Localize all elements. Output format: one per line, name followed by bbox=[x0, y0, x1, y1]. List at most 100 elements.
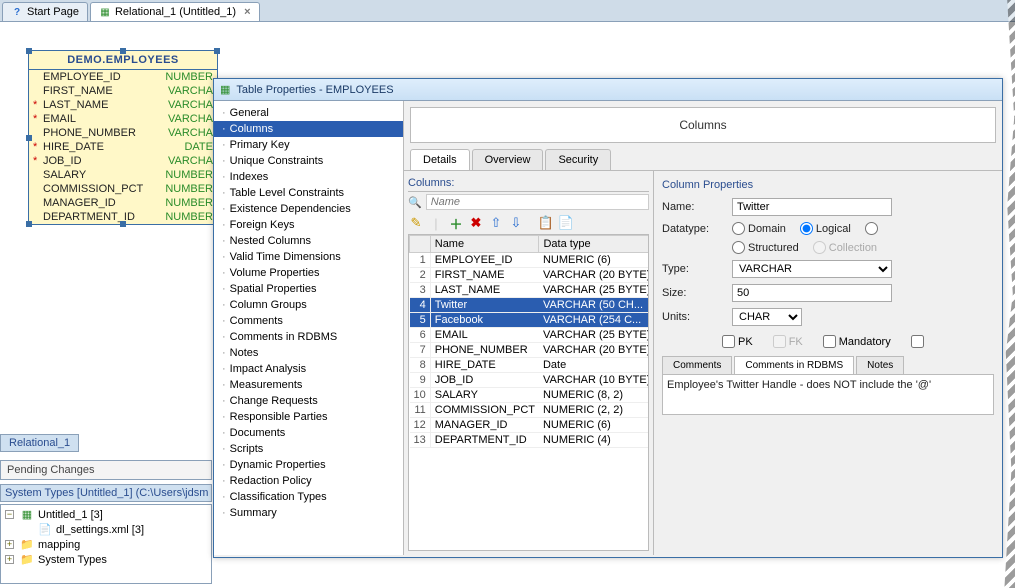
name-label: Name: bbox=[662, 201, 722, 213]
units-label: Units: bbox=[662, 311, 722, 323]
nav-item-foreign-keys[interactable]: Foreign Keys bbox=[214, 217, 403, 233]
tree-item[interactable]: −▦Untitled_1 [3] bbox=[3, 507, 209, 522]
tab-start-page[interactable]: ? Start Page bbox=[2, 2, 88, 21]
grid-row[interactable]: 7PHONE_NUMBERVARCHAR (20 BYTE) bbox=[410, 343, 650, 358]
grid-row[interactable]: 1EMPLOYEE_IDNUMERIC (6) bbox=[410, 253, 650, 268]
entity-column[interactable]: PHONE_NUMBERVARCHA bbox=[29, 126, 217, 140]
nav-item-summary[interactable]: Summary bbox=[214, 505, 403, 521]
size-label: Size: bbox=[662, 287, 722, 299]
tree-item[interactable]: +📁System Types bbox=[3, 552, 209, 567]
grid-header-type[interactable]: Data type bbox=[539, 236, 649, 253]
ctab-rdbms[interactable]: Comments in RDBMS bbox=[734, 356, 854, 374]
subview-tab[interactable]: Relational_1 bbox=[0, 434, 79, 452]
tab-details[interactable]: Details bbox=[410, 149, 470, 170]
type-select[interactable]: VARCHAR bbox=[732, 260, 892, 278]
edit-icon[interactable]: ✎ bbox=[408, 215, 424, 231]
nav-item-dynamic-properties[interactable]: Dynamic Properties bbox=[214, 457, 403, 473]
radio-domain[interactable]: Domain bbox=[732, 222, 786, 235]
grid-header-name[interactable]: Name bbox=[430, 236, 539, 253]
entity-column[interactable]: *EMAILVARCHA bbox=[29, 112, 217, 126]
nav-item-comments-in-rdbms[interactable]: Comments in RDBMS bbox=[214, 329, 403, 345]
detail-tabs: Details Overview Security bbox=[404, 149, 1002, 171]
editor-tabs: ? Start Page ▦ Relational_1 (Untitled_1)… bbox=[0, 0, 1015, 22]
binoculars-icon[interactable]: 🔍 bbox=[408, 196, 422, 209]
entity-column[interactable]: *JOB_IDVARCHA bbox=[29, 154, 217, 168]
pk-checkbox[interactable]: PK bbox=[722, 335, 753, 348]
grid-row[interactable]: 8HIRE_DATEDate bbox=[410, 358, 650, 373]
nav-item-documents[interactable]: Documents bbox=[214, 425, 403, 441]
pending-changes-header[interactable]: Pending Changes bbox=[0, 460, 212, 480]
section-banner: Columns bbox=[410, 107, 996, 143]
size-input[interactable] bbox=[732, 284, 892, 302]
add-icon[interactable]: ＋ bbox=[448, 215, 464, 231]
grid-row[interactable]: 6EMAILVARCHAR (25 BYTE) bbox=[410, 328, 650, 343]
comment-text[interactable]: Employee's Twitter Handle - does NOT inc… bbox=[662, 375, 994, 415]
entity-column[interactable]: EMPLOYEE_IDNUMBER bbox=[29, 70, 217, 84]
nav-item-responsible-parties[interactable]: Responsible Parties bbox=[214, 409, 403, 425]
nav-item-impact-analysis[interactable]: Impact Analysis bbox=[214, 361, 403, 377]
move-down-icon[interactable]: ⇩ bbox=[508, 215, 524, 231]
tree-item[interactable]: 📄dl_settings.xml [3] bbox=[3, 522, 209, 537]
file-tree: −▦Untitled_1 [3]📄dl_settings.xml [3]+📁ma… bbox=[0, 504, 212, 584]
tab-relational[interactable]: ▦ Relational_1 (Untitled_1) × bbox=[90, 2, 260, 21]
grid-row[interactable]: 10SALARYNUMERIC (8, 2) bbox=[410, 388, 650, 403]
nav-item-change-requests[interactable]: Change Requests bbox=[214, 393, 403, 409]
name-input[interactable] bbox=[732, 198, 892, 216]
nav-item-indexes[interactable]: Indexes bbox=[214, 169, 403, 185]
entity-column[interactable]: MANAGER_IDNUMBER bbox=[29, 196, 217, 210]
system-types-path[interactable]: System Types [Untitled_1] (C:\Users\jdsm bbox=[0, 484, 212, 502]
nav-item-nested-columns[interactable]: Nested Columns bbox=[214, 233, 403, 249]
grid-row[interactable]: 12MANAGER_IDNUMERIC (6) bbox=[410, 418, 650, 433]
nav-item-table-level-constraints[interactable]: Table Level Constraints bbox=[214, 185, 403, 201]
copy-icon[interactable]: 📋 bbox=[538, 215, 554, 231]
paste-icon[interactable]: 📄 bbox=[558, 215, 574, 231]
dialog-title-bar[interactable]: ▦ Table Properties - EMPLOYEES bbox=[214, 79, 1002, 101]
nav-item-column-groups[interactable]: Column Groups bbox=[214, 297, 403, 313]
tree-item[interactable]: +📁mapping bbox=[3, 537, 209, 552]
columns-grid[interactable]: Name Data type 1EMPLOYEE_IDNUMERIC (6)2F… bbox=[408, 234, 649, 551]
nav-item-columns[interactable]: Columns bbox=[214, 121, 403, 137]
nav-item-notes[interactable]: Notes bbox=[214, 345, 403, 361]
nav-item-primary-key[interactable]: Primary Key bbox=[214, 137, 403, 153]
column-search-input[interactable] bbox=[426, 194, 649, 210]
entity-column[interactable]: COMMISSION_PCTNUMBER bbox=[29, 182, 217, 196]
nav-item-general[interactable]: General bbox=[214, 105, 403, 121]
ctab-notes[interactable]: Notes bbox=[856, 356, 904, 374]
tab-label: Start Page bbox=[27, 6, 79, 18]
nav-item-classification-types[interactable]: Classification Types bbox=[214, 489, 403, 505]
entity-column[interactable]: *HIRE_DATEDATE bbox=[29, 140, 217, 154]
nav-item-unique-constraints[interactable]: Unique Constraints bbox=[214, 153, 403, 169]
entity-column[interactable]: FIRST_NAMEVARCHA bbox=[29, 84, 217, 98]
entity-column[interactable]: *LAST_NAMEVARCHA bbox=[29, 98, 217, 112]
nav-item-measurements[interactable]: Measurements bbox=[214, 377, 403, 393]
ctab-comments[interactable]: Comments bbox=[662, 356, 732, 374]
mandatory-checkbox[interactable]: Mandatory bbox=[823, 335, 891, 348]
grid-row[interactable]: 11COMMISSION_PCTNUMERIC (2, 2) bbox=[410, 403, 650, 418]
nav-item-volume-properties[interactable]: Volume Properties bbox=[214, 265, 403, 281]
close-icon[interactable]: × bbox=[244, 6, 250, 18]
grid-row[interactable]: 9JOB_IDVARCHAR (10 BYTE) bbox=[410, 373, 650, 388]
nav-item-comments[interactable]: Comments bbox=[214, 313, 403, 329]
entity-column[interactable]: SALARYNUMBER bbox=[29, 168, 217, 182]
entity-demo-employees[interactable]: DEMO.EMPLOYEES EMPLOYEE_IDNUMBERFIRST_NA… bbox=[28, 50, 218, 225]
extra-checkbox[interactable] bbox=[911, 335, 924, 348]
move-up-icon[interactable]: ⇧ bbox=[488, 215, 504, 231]
radio-more[interactable] bbox=[865, 222, 878, 235]
grid-row[interactable]: 3LAST_NAMEVARCHAR (25 BYTE) bbox=[410, 283, 650, 298]
delete-icon[interactable]: ✖ bbox=[468, 215, 484, 231]
radio-logical[interactable]: Logical bbox=[800, 222, 851, 235]
tab-security[interactable]: Security bbox=[545, 149, 611, 170]
radio-structured[interactable]: Structured bbox=[732, 241, 799, 254]
grid-row[interactable]: 13DEPARTMENT_IDNUMERIC (4) bbox=[410, 433, 650, 448]
nav-item-scripts[interactable]: Scripts bbox=[214, 441, 403, 457]
grid-row[interactable]: 2FIRST_NAMEVARCHAR (20 BYTE) bbox=[410, 268, 650, 283]
nav-item-spatial-properties[interactable]: Spatial Properties bbox=[214, 281, 403, 297]
tab-overview[interactable]: Overview bbox=[472, 149, 544, 170]
grid-row[interactable]: 4TwitterVARCHAR (50 CH... bbox=[410, 298, 650, 313]
units-select[interactable]: CHAR bbox=[732, 308, 802, 326]
nav-item-valid-time-dimensions[interactable]: Valid Time Dimensions bbox=[214, 249, 403, 265]
grid-row[interactable]: 5FacebookVARCHAR (254 C... bbox=[410, 313, 650, 328]
nav-item-redaction-policy[interactable]: Redaction Policy bbox=[214, 473, 403, 489]
nav-item-existence-dependencies[interactable]: Existence Dependencies bbox=[214, 201, 403, 217]
model-icon: ▦ bbox=[99, 6, 111, 18]
